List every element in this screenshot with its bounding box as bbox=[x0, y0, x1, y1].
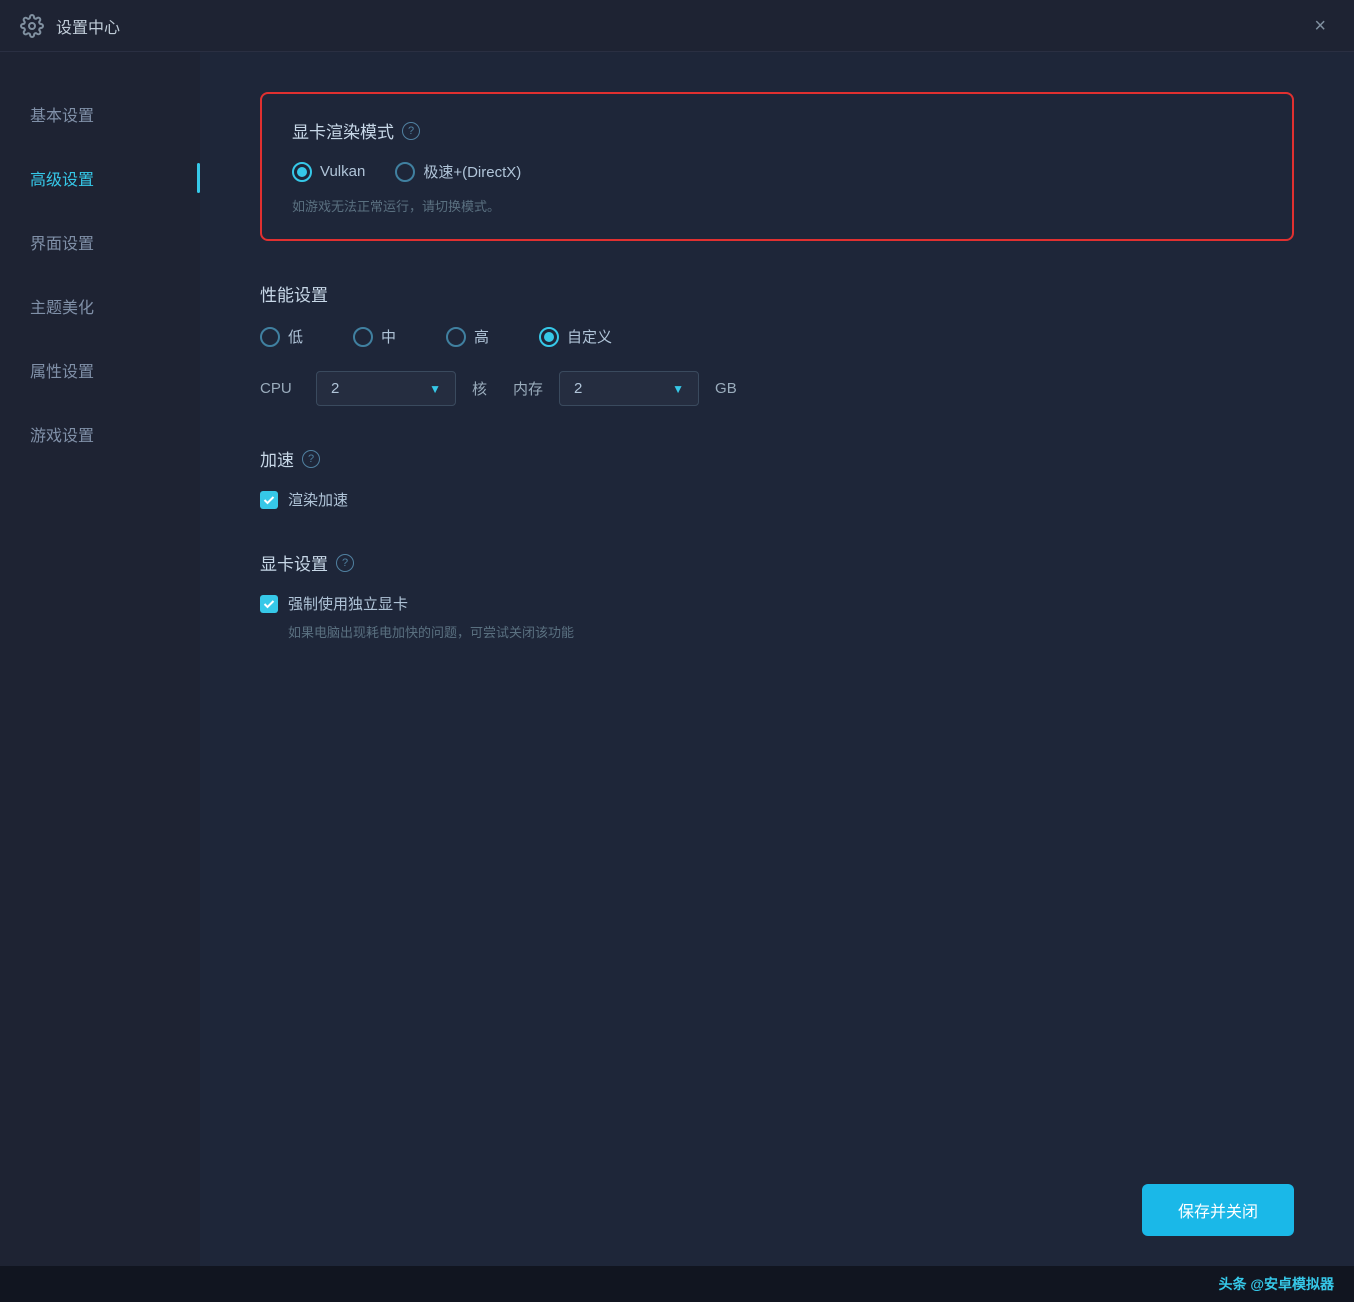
sidebar-item-props[interactable]: 属性设置 bbox=[0, 338, 200, 402]
directx-radio[interactable] bbox=[395, 162, 415, 182]
perf-mid-option[interactable]: 中 bbox=[353, 326, 396, 347]
perf-low-label: 低 bbox=[288, 326, 303, 347]
perf-title: 性能设置 bbox=[260, 281, 1294, 306]
window-title: 设置中心 bbox=[56, 14, 120, 38]
vulkan-radio[interactable] bbox=[292, 162, 312, 182]
perf-high-label: 高 bbox=[474, 326, 489, 347]
perf-mid-radio[interactable] bbox=[353, 327, 373, 347]
gpu-settings-section: 显卡设置 ? 强制使用独立显卡 如果电脑出现耗电加快的问题，可尝试关闭该功能 bbox=[260, 550, 1294, 641]
sidebar-item-advanced[interactable]: 高级设置 bbox=[0, 146, 200, 210]
vulkan-option[interactable]: Vulkan bbox=[292, 162, 365, 182]
gpu-render-hint: 如游戏无法正常运行，请切换模式。 bbox=[292, 196, 1262, 215]
title-bar: 设置中心 × bbox=[0, 0, 1354, 52]
gpu-render-box: 显卡渲染模式 ? Vulkan 极速+(DirectX) 如游戏无法正常运行，请… bbox=[260, 92, 1294, 241]
check-icon bbox=[263, 494, 275, 506]
gpu-settings-title: 显卡设置 ? bbox=[260, 550, 1294, 575]
sidebar-item-basic[interactable]: 基本设置 bbox=[0, 82, 200, 146]
sidebar: 基本设置 高级设置 界面设置 主题美化 属性设置 游戏设置 bbox=[0, 52, 200, 1266]
check-icon-2 bbox=[263, 598, 275, 610]
watermark: 头条 @安卓模拟器 bbox=[0, 1266, 1354, 1302]
perf-custom-label: 自定义 bbox=[567, 326, 612, 347]
gpu-settings-hint: 如果电脑出现耗电加快的问题，可尝试关闭该功能 bbox=[260, 622, 1294, 641]
perf-low-option[interactable]: 低 bbox=[260, 326, 303, 347]
footer: 保存并关闭 bbox=[200, 1164, 1354, 1266]
title-bar-left: 设置中心 bbox=[20, 14, 120, 38]
gpu-render-title: 显卡渲染模式 ? bbox=[292, 118, 1262, 143]
vulkan-label: Vulkan bbox=[320, 163, 365, 180]
accel-title: 加速 ? bbox=[260, 446, 1294, 471]
watermark-brand: 安卓模拟器 bbox=[1264, 1276, 1334, 1292]
perf-custom-radio[interactable] bbox=[539, 327, 559, 347]
directx-option[interactable]: 极速+(DirectX) bbox=[395, 161, 521, 182]
watermark-prefix: 头条 @ bbox=[1218, 1276, 1264, 1292]
main-layout: 基本设置 高级设置 界面设置 主题美化 属性设置 游戏设置 显卡渲染模式 ? bbox=[0, 52, 1354, 1266]
close-button[interactable]: × bbox=[1306, 12, 1334, 40]
settings-icon bbox=[20, 14, 44, 38]
accel-section: 加速 ? 渲染加速 bbox=[260, 446, 1294, 510]
gpu-settings-help-icon[interactable]: ? bbox=[336, 554, 354, 572]
content-area: 显卡渲染模式 ? Vulkan 极速+(DirectX) 如游戏无法正常运行，请… bbox=[200, 52, 1354, 1164]
sidebar-item-ui[interactable]: 界面设置 bbox=[0, 210, 200, 274]
gpu-render-options: Vulkan 极速+(DirectX) bbox=[292, 161, 1262, 182]
gpu-render-help-icon[interactable]: ? bbox=[402, 122, 420, 140]
perf-custom-option[interactable]: 自定义 bbox=[539, 326, 612, 347]
render-accel-label: 渲染加速 bbox=[288, 489, 348, 510]
mem-unit: GB bbox=[715, 380, 737, 397]
force-discrete-row[interactable]: 强制使用独立显卡 bbox=[260, 593, 1294, 614]
perf-high-option[interactable]: 高 bbox=[446, 326, 489, 347]
perf-options: 低 中 高 自定义 bbox=[260, 326, 1294, 347]
mem-dropdown-arrow: ▼ bbox=[672, 382, 684, 396]
cpu-mem-row: CPU 2 ▼ 核 内存 2 ▼ GB bbox=[260, 371, 1294, 406]
render-accel-row[interactable]: 渲染加速 bbox=[260, 489, 1294, 510]
mem-dropdown[interactable]: 2 ▼ bbox=[559, 371, 699, 406]
cpu-label: CPU bbox=[260, 380, 300, 397]
mem-value: 2 bbox=[574, 380, 582, 397]
directx-label: 极速+(DirectX) bbox=[423, 161, 521, 182]
force-discrete-label: 强制使用独立显卡 bbox=[288, 593, 408, 614]
perf-mid-label: 中 bbox=[381, 326, 396, 347]
perf-section: 性能设置 低 中 高 自定义 bbox=[260, 281, 1294, 406]
cpu-unit: 核 bbox=[472, 378, 487, 399]
cpu-dropdown[interactable]: 2 ▼ bbox=[316, 371, 456, 406]
accel-help-icon[interactable]: ? bbox=[302, 450, 320, 468]
save-button[interactable]: 保存并关闭 bbox=[1142, 1184, 1294, 1236]
sidebar-item-games[interactable]: 游戏设置 bbox=[0, 402, 200, 466]
render-accel-checkbox[interactable] bbox=[260, 491, 278, 509]
sidebar-item-theme[interactable]: 主题美化 bbox=[0, 274, 200, 338]
force-discrete-checkbox[interactable] bbox=[260, 595, 278, 613]
cpu-dropdown-arrow: ▼ bbox=[429, 382, 441, 396]
perf-low-radio[interactable] bbox=[260, 327, 280, 347]
perf-high-radio[interactable] bbox=[446, 327, 466, 347]
cpu-value: 2 bbox=[331, 380, 339, 397]
mem-label: 内存 bbox=[513, 378, 543, 399]
